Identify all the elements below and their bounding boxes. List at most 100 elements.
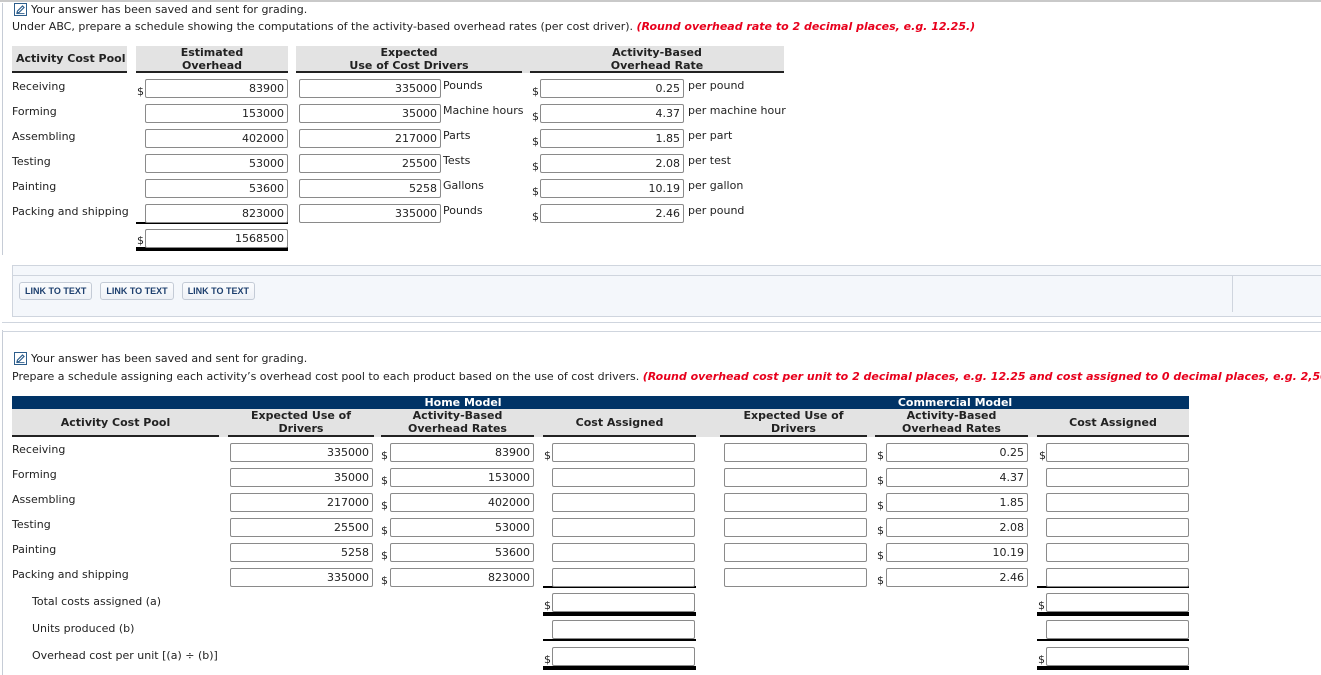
home-overhead-rate-input[interactable]: 53000 (390, 518, 534, 537)
home-overhead-rate-input[interactable]: 53600 (390, 543, 534, 562)
commercial-expected-drivers-input[interactable] (724, 468, 867, 487)
commercial-expected-drivers-input[interactable] (724, 543, 867, 562)
currency-symbol: $ (532, 85, 539, 98)
estimated-overhead-input[interactable]: 83900 (145, 79, 288, 98)
expected-drivers-input[interactable]: 335000 (299, 79, 441, 98)
commercial-cost-assigned-input[interactable] (1046, 468, 1189, 487)
home-expected-drivers-input[interactable]: 25500 (230, 518, 373, 537)
activity-pool-label: Testing (12, 518, 51, 531)
commercial-overhead-rate-input[interactable]: 4.37 (886, 468, 1028, 487)
home-overhead-rate-input[interactable]: 153000 (390, 468, 534, 487)
header-expected-use-of-cost-drivers: Expected Use of Cost Drivers (296, 46, 522, 73)
activity-pool-label: Testing (12, 155, 51, 168)
commercial-overhead-rate-input[interactable]: 10.19 (886, 543, 1028, 562)
home-expected-drivers-input[interactable]: 35000 (230, 468, 373, 487)
home-expected-drivers-input[interactable]: 335000 (230, 443, 373, 462)
commercial-cost-assigned-input[interactable] (1046, 443, 1189, 462)
home-cost-assigned-input[interactable] (552, 518, 695, 537)
currency-symbol: $ (532, 110, 539, 123)
currency-symbol: $ (877, 574, 884, 587)
header-commercial-overhead-rates: Activity-Based Overhead Rates (875, 409, 1028, 437)
panel-header (13, 266, 1321, 276)
commercial-cost-assigned-input[interactable] (1046, 518, 1189, 537)
home-cost-assigned-input[interactable] (552, 493, 695, 512)
rate-unit-label: per pound (688, 79, 745, 92)
commercial-expected-drivers-input[interactable] (724, 568, 867, 587)
header-line: Expected Use of (251, 409, 351, 422)
header-line: Overhead Rates (902, 422, 1001, 435)
header-line: Drivers (771, 422, 816, 435)
commercial-cost-assigned-input[interactable] (1046, 543, 1189, 562)
commercial-overhead-rate-input[interactable]: 2.08 (886, 518, 1028, 537)
rate-unit-label: per pound (688, 204, 745, 217)
header-activity-cost-pool: Activity Cost Pool (12, 46, 127, 73)
expected-drivers-input[interactable]: 217000 (299, 129, 441, 148)
currency-symbol: $ (532, 135, 539, 148)
home-summary-input[interactable] (552, 593, 695, 612)
home-summary-input[interactable] (552, 647, 695, 666)
estimated-overhead-input[interactable]: 402000 (145, 129, 288, 148)
home-expected-drivers-input[interactable]: 5258 (230, 543, 373, 562)
link-to-text-button[interactable]: LINK TO TEXT (181, 282, 256, 300)
divider (2, 322, 1321, 323)
commercial-overhead-rate-input[interactable]: 0.25 (886, 443, 1028, 462)
header-line: Drivers (278, 422, 324, 435)
commercial-cost-assigned-input[interactable] (1046, 493, 1189, 512)
home-overhead-rate-input[interactable]: 402000 (390, 493, 534, 512)
commercial-expected-drivers-input[interactable] (724, 518, 867, 537)
commercial-expected-drivers-input[interactable] (724, 493, 867, 512)
instruction-text: Under ABC, prepare a schedule showing th… (12, 20, 634, 33)
estimated-overhead-input[interactable]: 53000 (145, 154, 288, 173)
estimated-overhead-input[interactable]: 153000 (145, 104, 288, 123)
header-line: Expected (380, 46, 438, 59)
overhead-rate-input[interactable]: 2.46 (540, 204, 684, 223)
home-expected-drivers-input[interactable]: 335000 (230, 568, 373, 587)
header-commercial-cost-assigned: Cost Assigned (1037, 409, 1189, 437)
commercial-summary-input[interactable] (1046, 647, 1189, 666)
commercial-summary-input[interactable] (1046, 593, 1189, 612)
activity-pool-label: Assembling (12, 130, 76, 143)
section-border (2, 3, 3, 255)
expected-drivers-input[interactable]: 35000 (299, 104, 441, 123)
home-cost-assigned-input[interactable] (552, 468, 695, 487)
link-to-text-button[interactable]: LINK TO TEXT (19, 282, 93, 300)
instruction-text: Prepare a schedule assigning each activi… (12, 370, 640, 383)
home-expected-drivers-input[interactable]: 217000 (230, 493, 373, 512)
overhead-rate-input[interactable]: 2.08 (540, 154, 684, 173)
commercial-cost-assigned-input[interactable] (1046, 568, 1189, 587)
home-cost-assigned-input[interactable] (552, 443, 695, 462)
commercial-overhead-rate-input[interactable]: 1.85 (886, 493, 1028, 512)
summary-label: Overhead cost per unit [(a) ÷ (b)] (32, 649, 218, 662)
currency-symbol: $ (381, 574, 388, 587)
expected-drivers-input[interactable]: 335000 (299, 204, 441, 223)
estimated-overhead-input[interactable]: 823000 (145, 204, 288, 223)
home-cost-assigned-input[interactable] (552, 568, 695, 587)
expected-drivers-input[interactable]: 25500 (299, 154, 441, 173)
overhead-rate-input[interactable]: 10.19 (540, 179, 684, 198)
overhead-rate-input[interactable]: 1.85 (540, 129, 684, 148)
currency-symbol: $ (381, 549, 388, 562)
header-commercial-expected-use: Expected Use of Drivers (720, 409, 867, 437)
overhead-rate-input[interactable]: 0.25 (540, 79, 684, 98)
pencil-edit-icon (14, 352, 27, 365)
commercial-overhead-rate-input[interactable]: 2.46 (886, 568, 1028, 587)
home-overhead-rate-input[interactable]: 823000 (390, 568, 534, 587)
header-line: Activity-Based (412, 409, 503, 422)
currency-symbol: $ (137, 85, 144, 98)
header-line: Overhead (182, 59, 242, 72)
summary-label: Total costs assigned (a) (32, 595, 162, 608)
instructions: Prepare a schedule assigning each activi… (12, 370, 1321, 383)
link-to-text-button[interactable]: LINK TO TEXT (100, 282, 174, 300)
commercial-expected-drivers-input[interactable] (724, 443, 867, 462)
driver-unit-label: Pounds (443, 79, 483, 92)
home-cost-assigned-input[interactable] (552, 543, 695, 562)
expected-drivers-input[interactable]: 5258 (299, 179, 441, 198)
overhead-rate-input[interactable]: 4.37 (540, 104, 684, 123)
commercial-summary-input[interactable] (1046, 620, 1189, 639)
activity-pool-label: Painting (12, 543, 57, 556)
home-summary-input[interactable] (552, 620, 695, 639)
estimated-overhead-input[interactable]: 53600 (145, 179, 288, 198)
total-overhead-input[interactable]: 1568500 (145, 229, 288, 248)
home-overhead-rate-input[interactable]: 83900 (390, 443, 534, 462)
currency-symbol: $ (1039, 449, 1046, 462)
